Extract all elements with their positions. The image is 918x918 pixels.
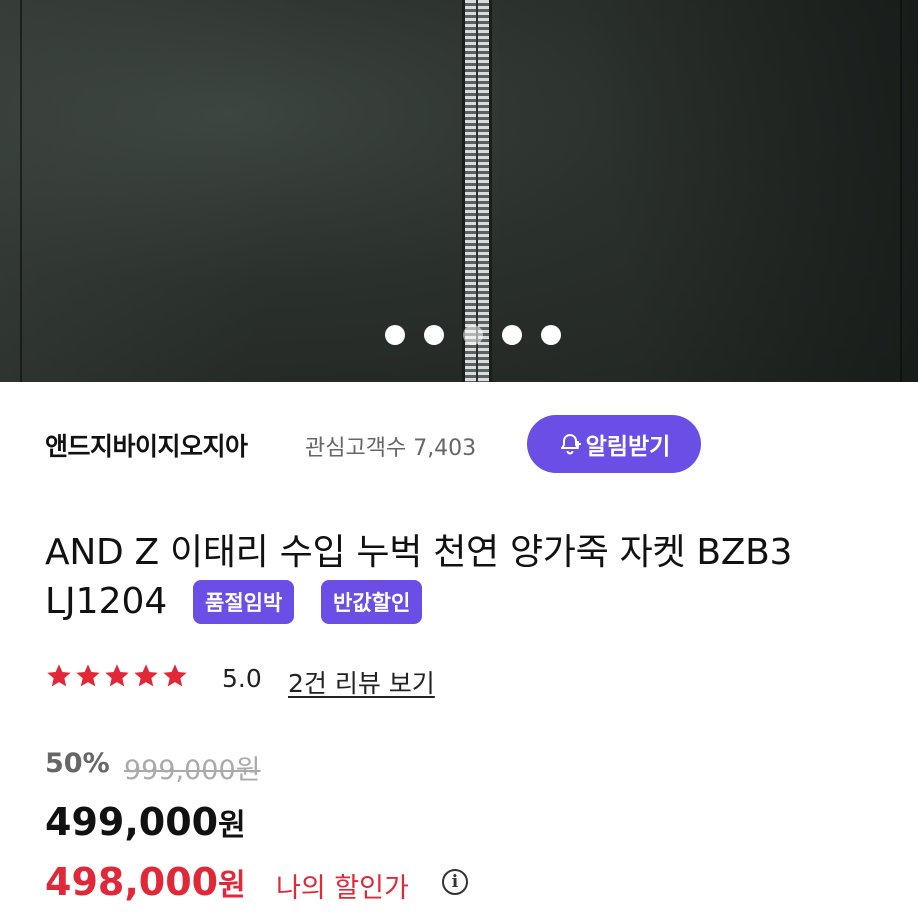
sale-price: 499,000원 xyxy=(45,800,246,844)
fan-count: 관심고객수 7,403 xyxy=(305,436,477,461)
my-price-unit: 원 xyxy=(218,868,246,903)
info-icon[interactable]: i xyxy=(442,869,468,895)
product-title-line2: LJ1204 xyxy=(45,581,168,622)
jacket-seam xyxy=(20,0,22,382)
reviews-link[interactable]: 2건 리뷰 보기 xyxy=(288,664,435,700)
pagination-dot[interactable] xyxy=(385,325,405,345)
pagination-dot[interactable] xyxy=(541,325,561,345)
my-discount-label: 나의 할인가 xyxy=(276,873,409,904)
store-name[interactable]: 앤드지바이지오지아 xyxy=(45,427,248,463)
badge-almost-sold-out: 품절임박 xyxy=(193,580,295,624)
my-discount-price: 498,000원 xyxy=(45,860,246,904)
star-icon xyxy=(47,664,71,687)
bell-plus-icon xyxy=(560,434,581,455)
alarm-button[interactable]: 알림받기 xyxy=(527,415,701,473)
discount-rate: 50% xyxy=(45,748,110,779)
pagination-dot[interactable] xyxy=(424,325,444,345)
pagination-dot[interactable] xyxy=(502,325,522,345)
alarm-button-label: 알림받기 xyxy=(585,434,671,460)
image-shading xyxy=(498,0,918,382)
gallery-pagination xyxy=(385,325,561,345)
badge-half-price: 반값할인 xyxy=(321,580,423,624)
jacket-seam xyxy=(900,0,902,382)
product-image[interactable] xyxy=(0,0,918,382)
sale-price-amount: 499,000 xyxy=(45,800,219,844)
my-price-amount: 498,000 xyxy=(45,860,219,904)
original-price: 999,000원 xyxy=(124,755,261,786)
pagination-dot-active[interactable] xyxy=(463,325,483,345)
star-icon xyxy=(105,664,129,687)
rating-score: 5.0 xyxy=(222,664,262,693)
product-title-line1: AND Z 이태리 수입 누벅 천연 양가죽 자켓 BZB3 xyxy=(45,532,793,573)
star-icon xyxy=(134,664,158,687)
rating-stars xyxy=(45,662,189,690)
sale-price-unit: 원 xyxy=(218,808,246,843)
star-icon xyxy=(76,664,100,687)
star-icon xyxy=(163,664,187,687)
